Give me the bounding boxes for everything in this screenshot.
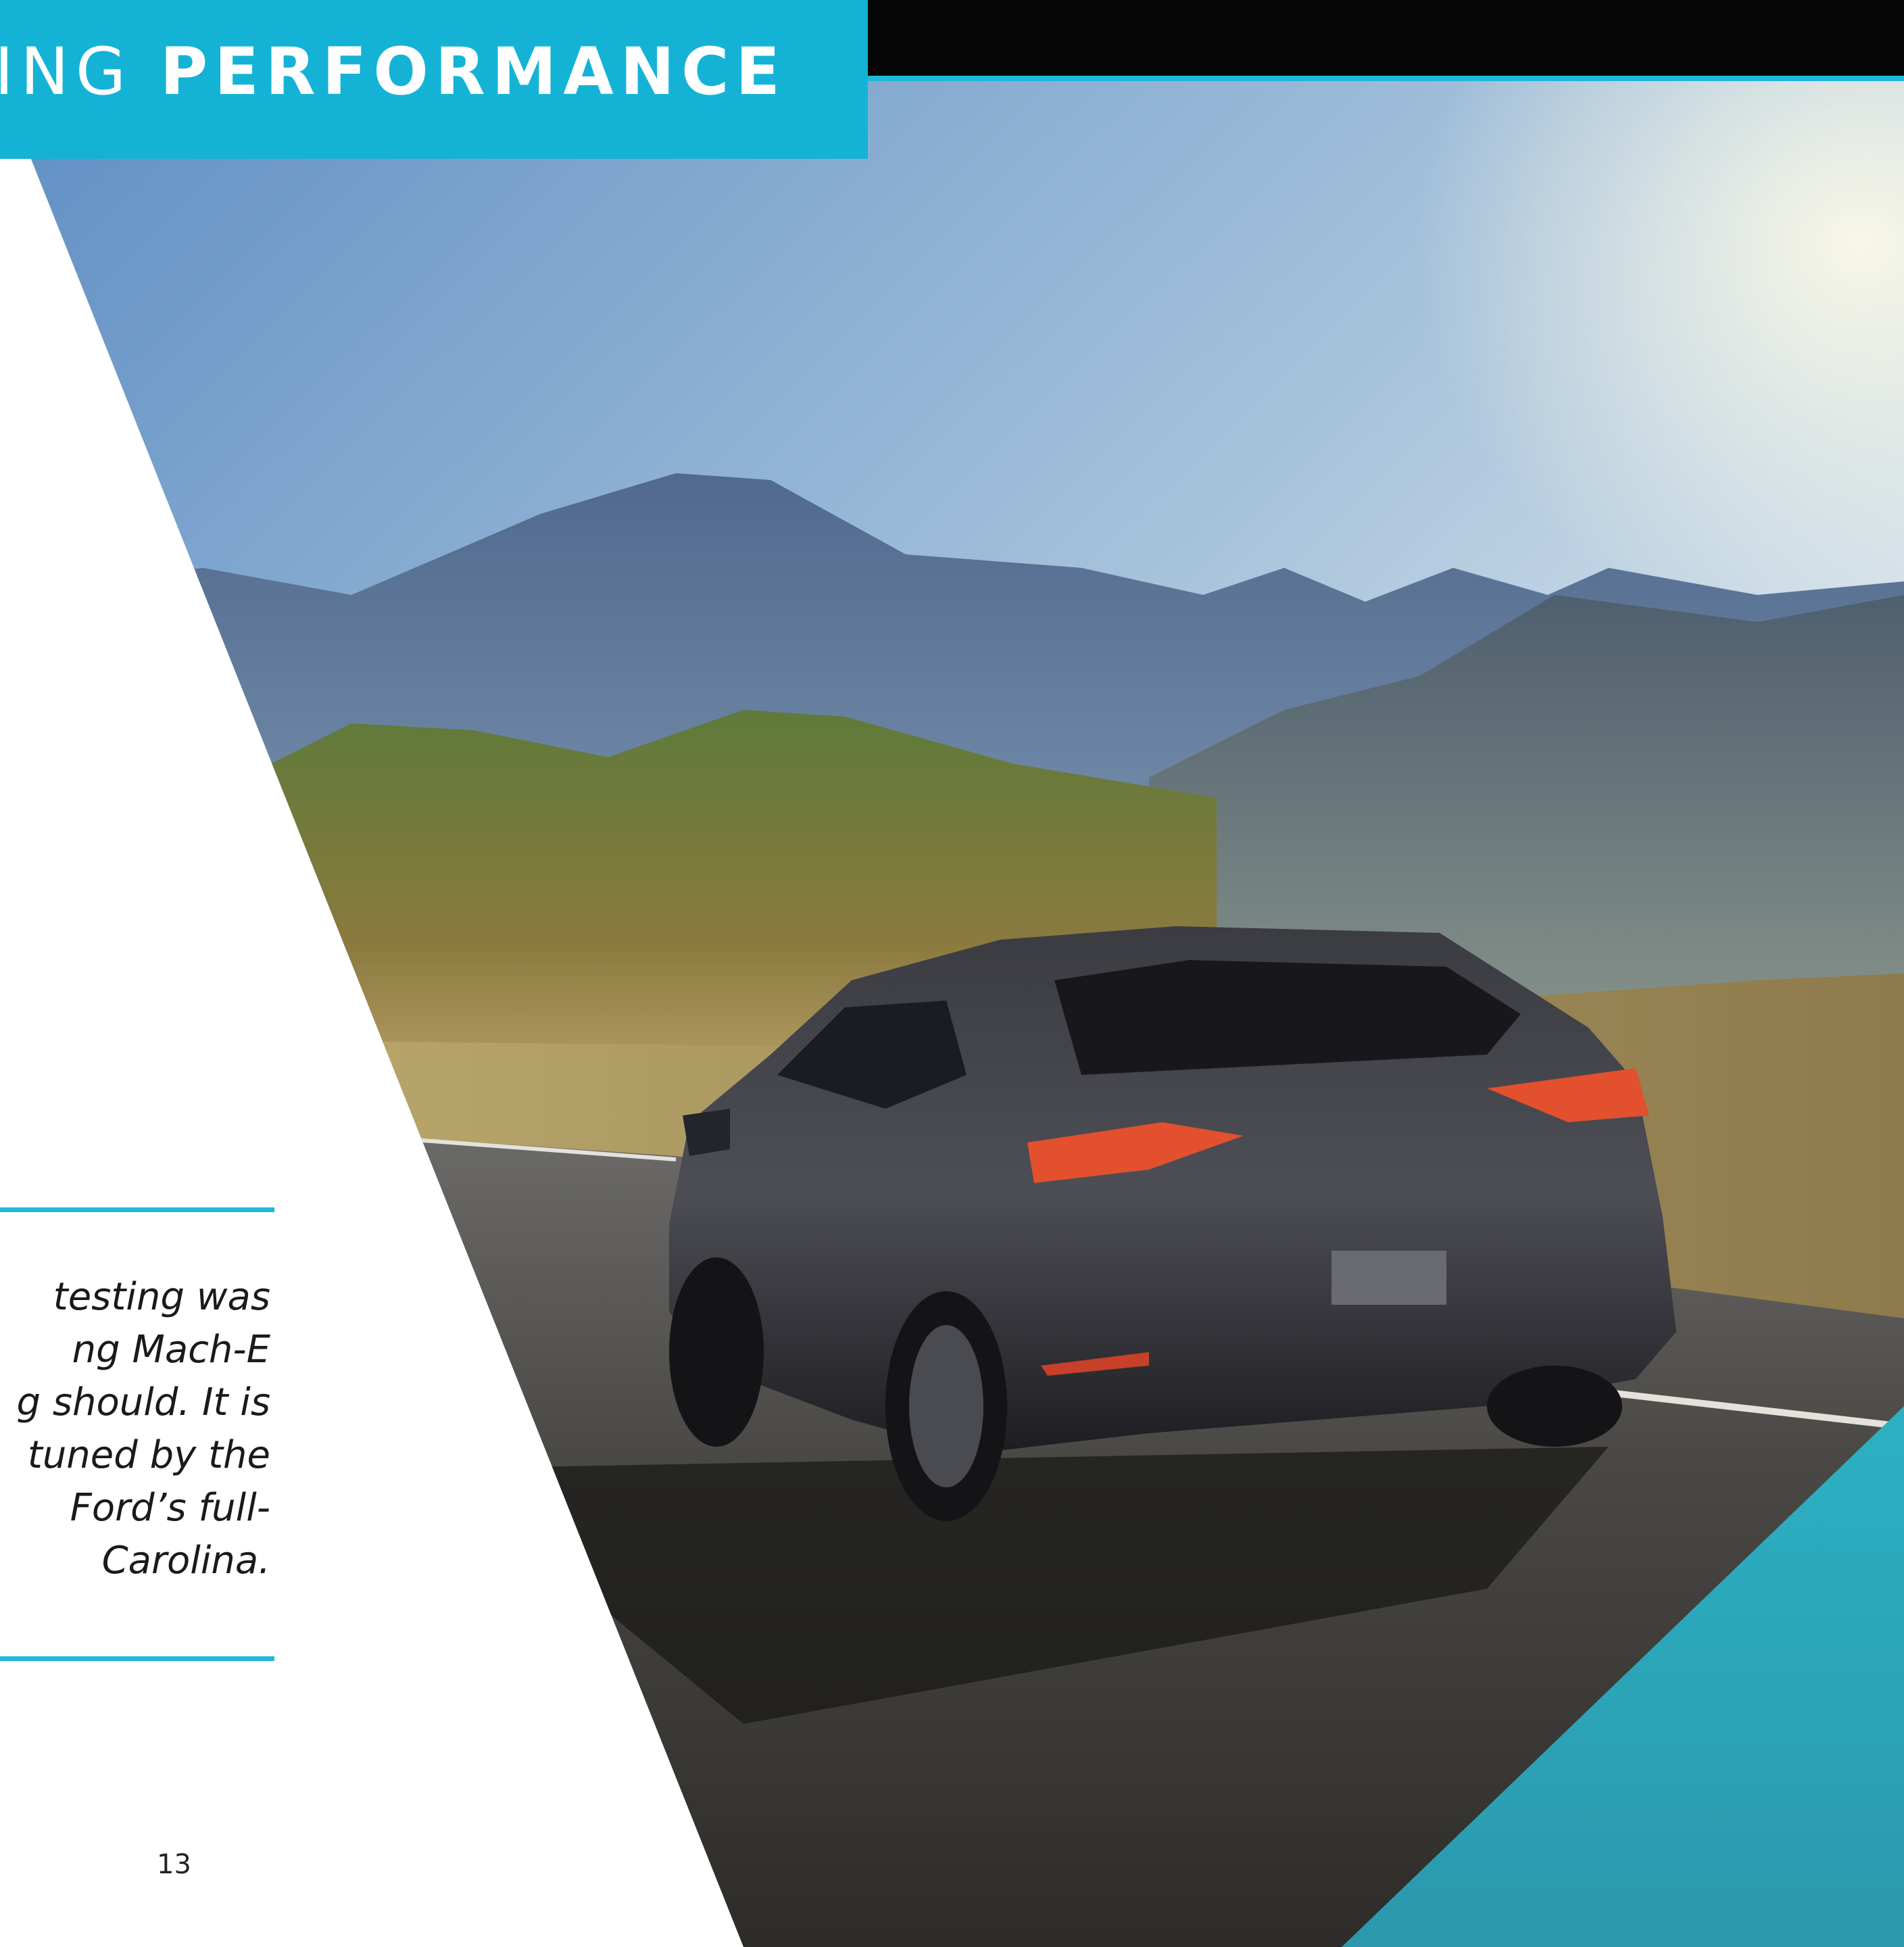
page-title: KING PERFORMANCE xyxy=(0,39,787,104)
header-title-box: KING PERFORMANCE xyxy=(0,0,868,159)
quote-line: Carolina. xyxy=(101,1539,270,1583)
header-black-bar xyxy=(865,0,1904,77)
quote-line: tuned by the xyxy=(27,1433,270,1477)
header-cyan-line xyxy=(865,76,1904,81)
hero-photo-car-mountain-road xyxy=(0,81,1904,1947)
page-title-bold: PERFORMANCE xyxy=(160,34,787,110)
quote-top-rule xyxy=(0,1207,274,1212)
quote-line: Ford’s full- xyxy=(70,1486,270,1530)
pull-quote: testing was ng Mach-E g should. It is tu… xyxy=(0,1271,270,1587)
page-title-light: KING xyxy=(0,34,133,110)
quote-line: ng Mach-E xyxy=(72,1328,270,1372)
quote-line: g should. It is xyxy=(16,1380,270,1424)
page-number: 13 xyxy=(157,1849,191,1880)
quote-bottom-rule xyxy=(0,1656,274,1661)
quote-line: testing was xyxy=(53,1275,270,1319)
